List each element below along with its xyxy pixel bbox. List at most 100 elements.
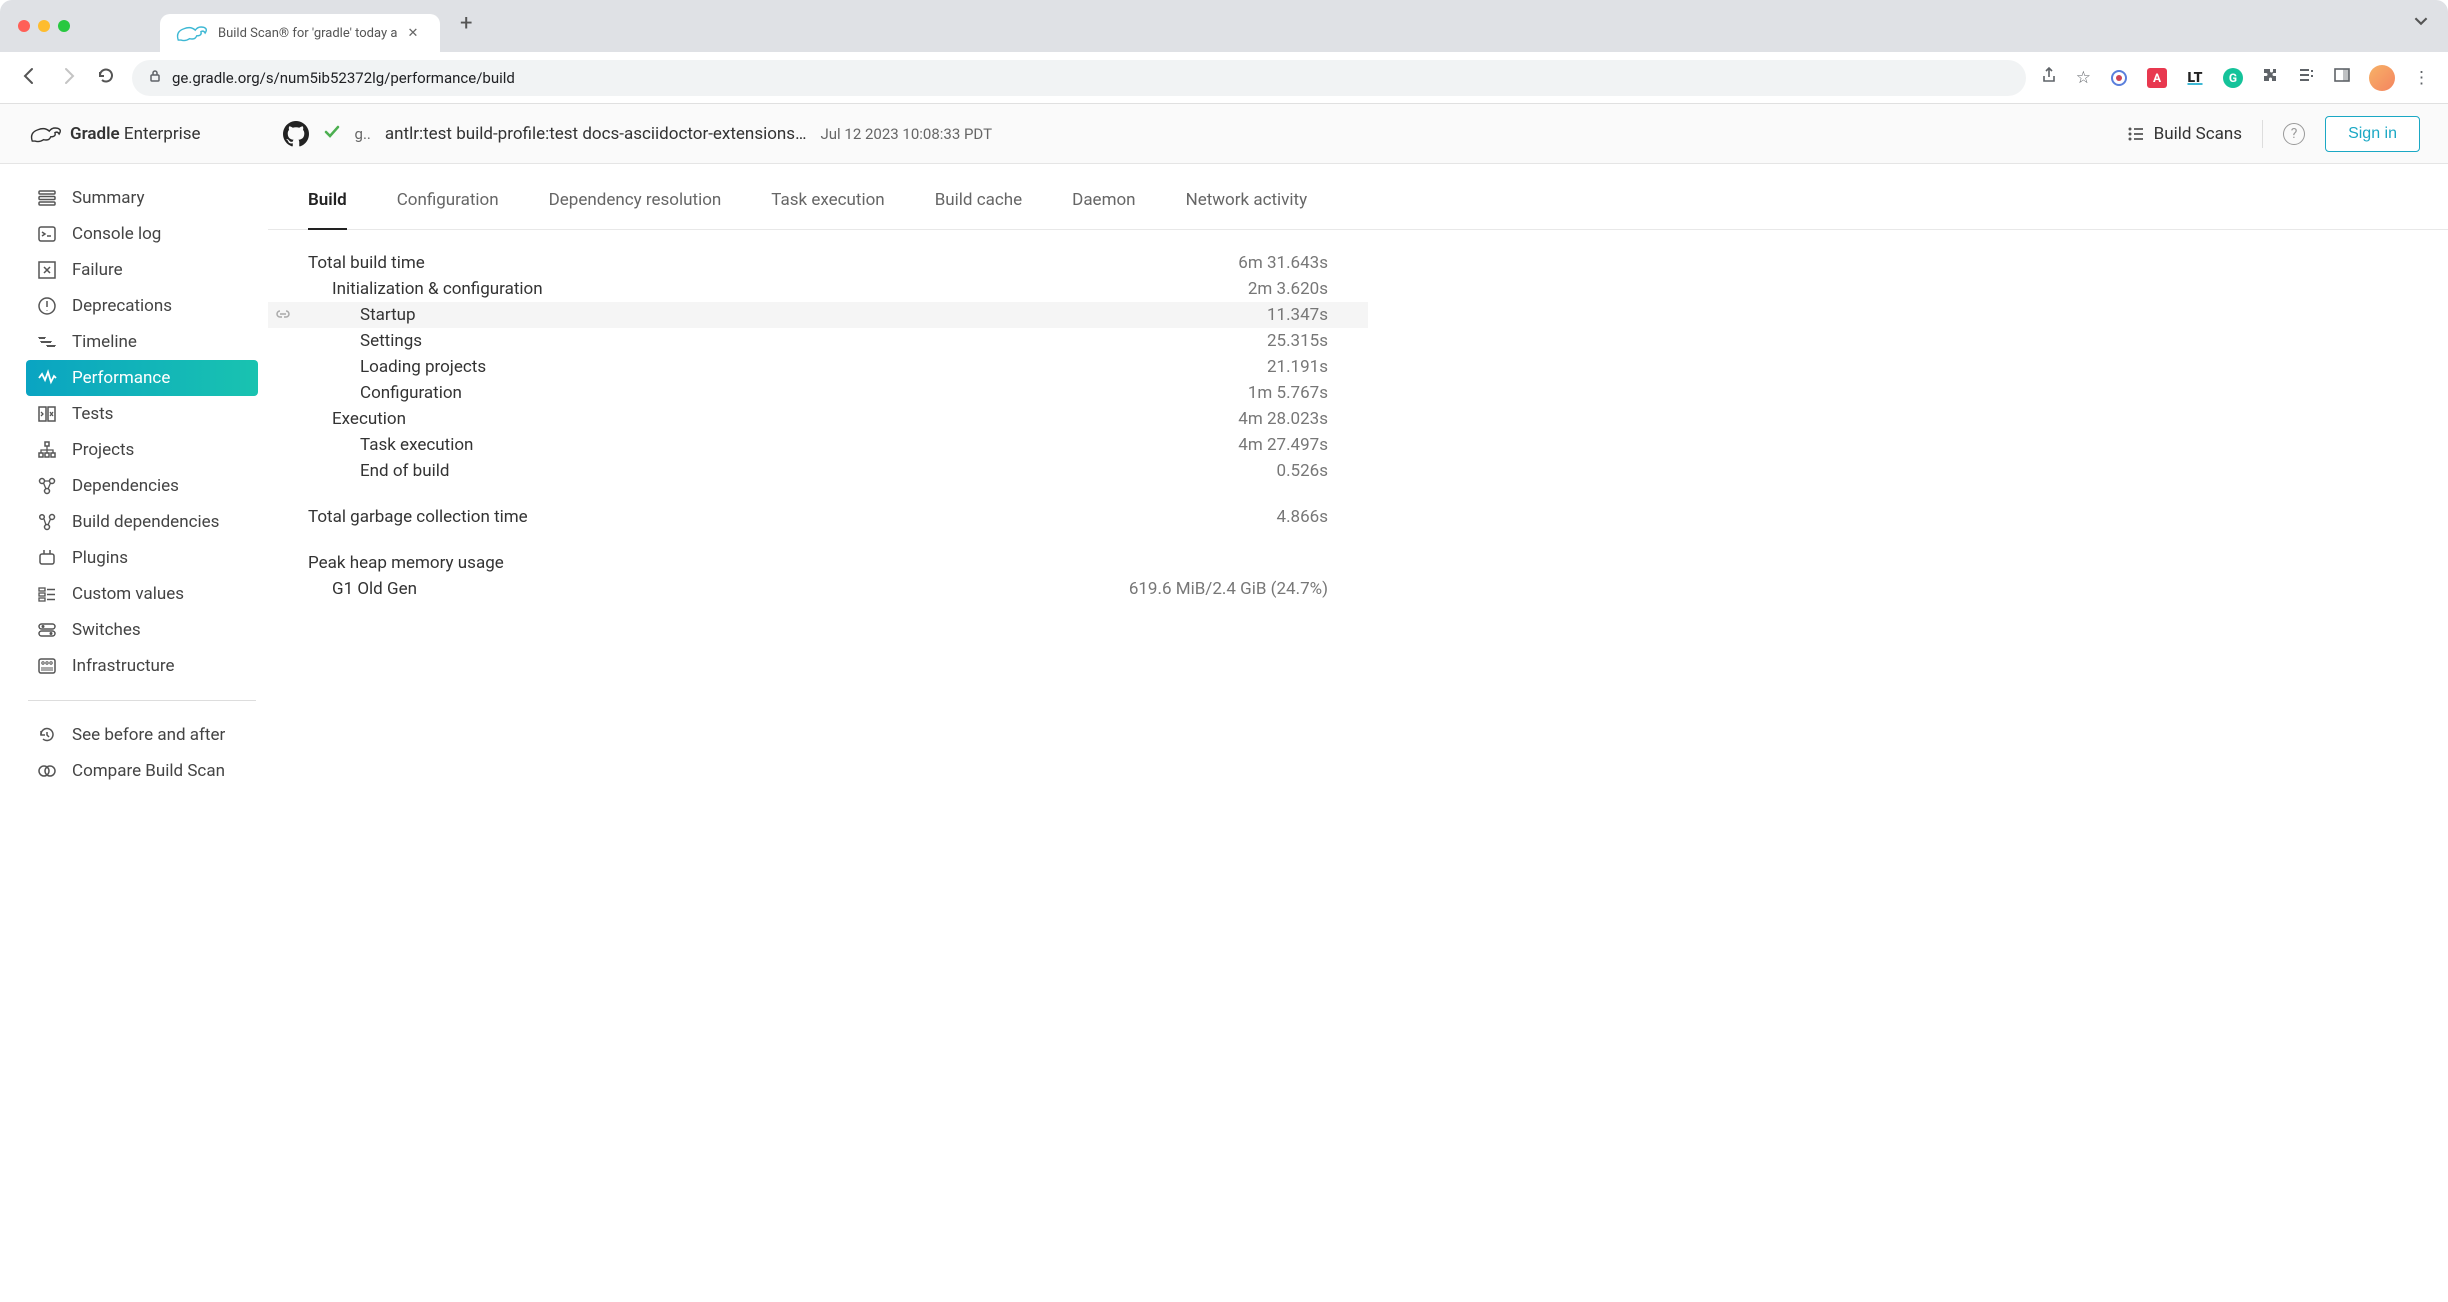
sidebar-item-label: Compare Build Scan xyxy=(72,761,225,781)
help-icon[interactable]: ? xyxy=(2283,123,2305,145)
infrastructure-icon xyxy=(36,656,58,676)
metric-settings: Settings 25.315s xyxy=(308,328,1328,354)
switches-icon xyxy=(36,620,58,640)
bookmark-star-icon[interactable]: ☆ xyxy=(2076,68,2091,88)
sidebar: Summary Console log Failure Deprecations… xyxy=(0,164,268,799)
console-icon xyxy=(36,224,58,244)
build-dependencies-icon xyxy=(36,512,58,532)
breadcrumb-prefix: g.. xyxy=(355,125,371,143)
browser-extensions: ☆ A LT G ⋮ xyxy=(2040,65,2430,91)
tab-title: Build Scan® for 'gradle' today a xyxy=(218,26,397,41)
metric-execution: Execution 4m 28.023s xyxy=(308,406,1328,432)
list-icon xyxy=(2126,124,2146,144)
sidebar-item-infrastructure[interactable]: Infrastructure xyxy=(26,648,258,684)
metric-g1-old-gen: G1 Old Gen 619.6 MiB/2.4 GiB (24.7%) xyxy=(308,576,1328,602)
build-timestamp: Jul 12 2023 10:08:33 PDT xyxy=(820,125,992,143)
sidebar-item-console-log[interactable]: Console log xyxy=(26,216,258,252)
sidebar-item-performance[interactable]: Performance xyxy=(26,360,258,396)
subnav-daemon[interactable]: Daemon xyxy=(1072,190,1135,229)
metric-init-config: Initialization & configuration 2m 3.620s xyxy=(308,276,1328,302)
custom-values-icon xyxy=(36,584,58,604)
projects-icon xyxy=(36,440,58,460)
sidebar-item-label: See before and after xyxy=(72,725,225,745)
sidebar-item-custom-values[interactable]: Custom values xyxy=(26,576,258,612)
sidebar-item-label: Console log xyxy=(72,224,161,244)
plugins-icon xyxy=(36,548,58,568)
sidebar-item-label: Build dependencies xyxy=(72,512,219,532)
sidebar-item-label: Performance xyxy=(72,368,170,388)
sign-in-button[interactable]: Sign in xyxy=(2325,116,2420,152)
browser-toolbar: ge.gradle.org/s/num5ib52372lg/performanc… xyxy=(0,52,2448,104)
sidebar-item-label: Switches xyxy=(72,620,141,640)
share-icon[interactable] xyxy=(2040,66,2058,89)
build-scans-link[interactable]: Build Scans xyxy=(2126,124,2242,144)
tabs-chevron-icon[interactable] xyxy=(2414,14,2428,32)
sidebar-item-label: Custom values xyxy=(72,584,184,604)
window-close-icon[interactable] xyxy=(18,20,30,32)
performance-icon xyxy=(36,368,58,388)
subnav-dependency-resolution[interactable]: Dependency resolution xyxy=(549,190,722,229)
compare-icon xyxy=(36,761,58,781)
history-icon xyxy=(36,725,58,745)
gradle-icon xyxy=(174,21,208,45)
sidebar-item-label: Plugins xyxy=(72,548,128,568)
metric-heap-header: Peak heap memory usage xyxy=(308,550,1328,576)
site-lock-icon xyxy=(148,69,162,87)
profile-avatar[interactable] xyxy=(2369,65,2395,91)
sidebar-item-projects[interactable]: Projects xyxy=(26,432,258,468)
subnav-build-cache[interactable]: Build cache xyxy=(935,190,1022,229)
sidebar-divider xyxy=(28,700,256,701)
extensions-puzzle-icon[interactable] xyxy=(2261,66,2279,89)
metric-end-of-build: End of build 0.526s xyxy=(308,458,1328,484)
brand-text: Gradle Enterprise xyxy=(70,124,201,144)
failure-icon xyxy=(36,260,58,280)
browser-tab[interactable]: Build Scan® for 'gradle' today a ✕ xyxy=(160,14,440,52)
dependencies-icon xyxy=(36,476,58,496)
link-icon[interactable] xyxy=(274,307,292,325)
window-maximize-icon[interactable] xyxy=(58,20,70,32)
subnav-build[interactable]: Build xyxy=(308,190,347,230)
tab-close-icon[interactable]: ✕ xyxy=(407,26,418,41)
metric-gc-time: Total garbage collection time 4.866s xyxy=(308,504,1328,530)
sidebar-item-compare-scan[interactable]: Compare Build Scan xyxy=(26,753,258,789)
sidebar-item-label: Timeline xyxy=(72,332,137,352)
summary-icon xyxy=(36,188,58,208)
sidebar-item-build-dependencies[interactable]: Build dependencies xyxy=(26,504,258,540)
sidebar-item-failure[interactable]: Failure xyxy=(26,252,258,288)
sidebar-item-tests[interactable]: Tests xyxy=(26,396,258,432)
sidebar-item-plugins[interactable]: Plugins xyxy=(26,540,258,576)
subnav-task-execution[interactable]: Task execution xyxy=(771,190,884,229)
sidebar-item-deprecations[interactable]: Deprecations xyxy=(26,288,258,324)
chrome-menu-icon[interactable]: ⋮ xyxy=(2413,68,2430,88)
subnav-configuration[interactable]: Configuration xyxy=(397,190,499,229)
sidebar-item-dependencies[interactable]: Dependencies xyxy=(26,468,258,504)
main-content: Build Configuration Dependency resolutio… xyxy=(268,164,2448,799)
url-text: ge.gradle.org/s/num5ib52372lg/performanc… xyxy=(172,69,515,87)
reading-list-icon[interactable] xyxy=(2297,66,2315,89)
extension-icon-4[interactable]: G xyxy=(2223,68,2243,88)
app-header: Gradle Enterprise g.. antlr:test build-p… xyxy=(0,104,2448,164)
sidebar-item-timeline[interactable]: Timeline xyxy=(26,324,258,360)
sidebar-item-before-after[interactable]: See before and after xyxy=(26,717,258,753)
sidebar-item-summary[interactable]: Summary xyxy=(26,180,258,216)
new-tab-button[interactable]: + xyxy=(460,11,472,36)
window-minimize-icon[interactable] xyxy=(38,20,50,32)
deprecations-icon xyxy=(36,296,58,316)
reload-button[interactable] xyxy=(94,66,118,90)
sidebar-item-switches[interactable]: Switches xyxy=(26,612,258,648)
sidebar-item-label: Deprecations xyxy=(72,296,172,316)
extension-icon-1[interactable] xyxy=(2109,68,2129,88)
sidebar-item-label: Summary xyxy=(72,188,144,208)
extension-icon-3[interactable]: LT xyxy=(2185,68,2205,88)
sidebar-item-label: Dependencies xyxy=(72,476,179,496)
extension-icon-2[interactable]: A xyxy=(2147,68,2167,88)
github-icon[interactable] xyxy=(283,121,309,147)
metric-configuration: Configuration 1m 5.767s xyxy=(308,380,1328,406)
subnav-network-activity[interactable]: Network activity xyxy=(1186,190,1308,229)
side-panel-icon[interactable] xyxy=(2333,66,2351,89)
address-bar[interactable]: ge.gradle.org/s/num5ib52372lg/performanc… xyxy=(132,60,2026,96)
elephant-icon xyxy=(28,122,62,146)
metric-loading-projects: Loading projects 21.191s xyxy=(308,354,1328,380)
back-button[interactable] xyxy=(18,66,42,90)
brand-logo[interactable]: Gradle Enterprise xyxy=(28,122,201,146)
